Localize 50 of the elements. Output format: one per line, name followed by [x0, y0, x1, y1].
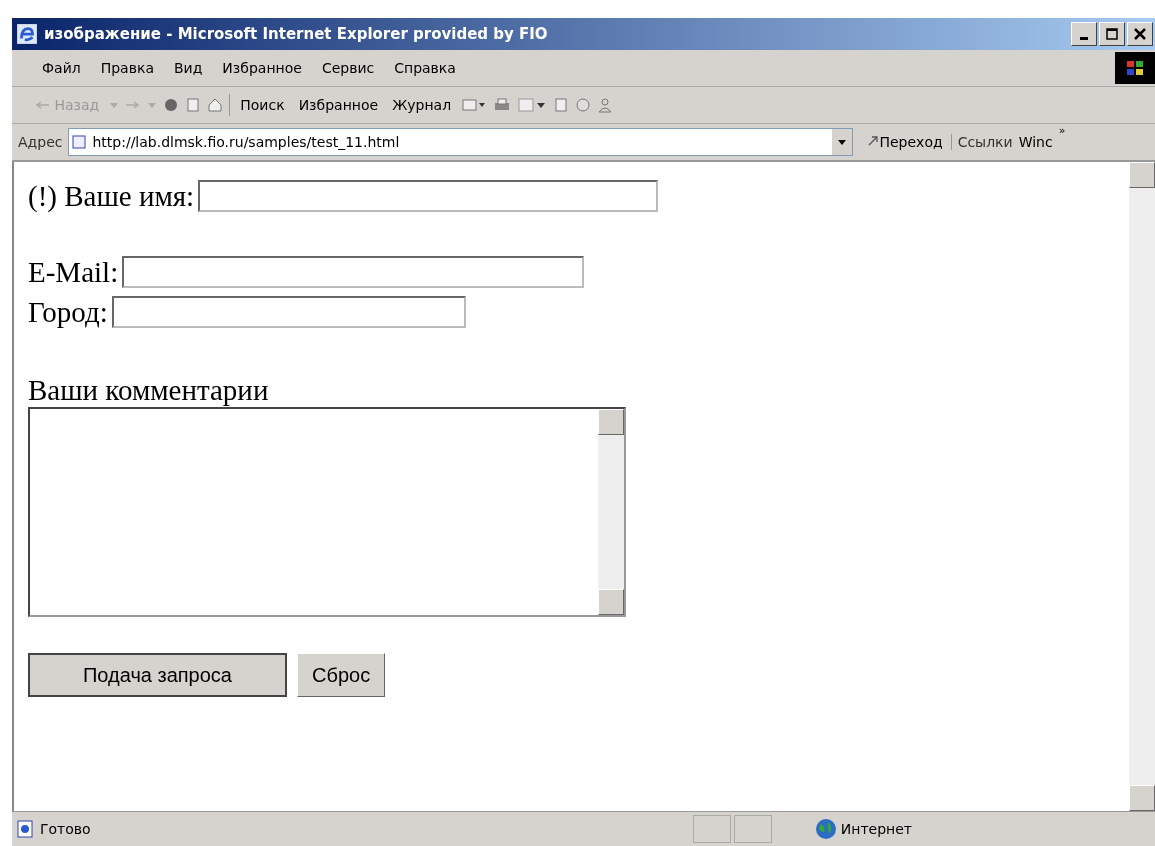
minimize-icon [1080, 36, 1088, 40]
links-label: Ссылки [957, 134, 1013, 150]
maximize-button[interactable] [1099, 22, 1125, 46]
windows-logo-icon [1115, 52, 1155, 84]
reset-button[interactable]: Сброс [297, 653, 386, 697]
toolbar-button[interactable]: Поиск [236, 97, 289, 113]
security-zone: Интернет [840, 821, 912, 837]
status-pane [734, 815, 772, 843]
browser-logo-icon [16, 23, 38, 45]
comments-text-area[interactable] [28, 407, 626, 617]
page-icon [16, 820, 34, 838]
go-arrow-icon [867, 135, 880, 147]
go-button[interactable]: Переход [859, 134, 952, 150]
toolbar-button[interactable]: Журнал [388, 97, 456, 113]
maximize-icon [1105, 27, 1119, 41]
menu-item[interactable]: Избранное [214, 60, 310, 76]
status-pane [693, 815, 732, 843]
menu-item[interactable]: Файл [34, 60, 89, 76]
field-label: (!) Ваше имя: [28, 179, 195, 213]
minimize-button[interactable] [1071, 22, 1097, 46]
field-label: Город: [28, 295, 108, 329]
input-field[interactable] [198, 180, 659, 212]
person-icon[interactable] [597, 97, 614, 113]
menu-item[interactable]: Сервис [313, 60, 383, 76]
stop-icon[interactable] [163, 97, 180, 113]
address-label: Адрес [18, 134, 63, 150]
link-item[interactable]: Winc [1018, 134, 1053, 150]
close-icon [1133, 27, 1147, 41]
document-icon[interactable] [553, 97, 570, 113]
status-text: Готово [40, 821, 91, 837]
home-icon[interactable] [207, 97, 224, 113]
scroll-bar[interactable] [1129, 162, 1155, 811]
input-field[interactable] [122, 256, 585, 288]
page-icon [72, 135, 87, 149]
menu-item[interactable]: Вид [165, 60, 211, 76]
toolbar-button[interactable]: Избранное [294, 97, 383, 113]
field-label: E-Mail: [28, 255, 119, 289]
more-links-button[interactable]: » [1058, 124, 1066, 137]
menu-item[interactable]: Правка [92, 60, 162, 76]
back-arrow-icon [36, 100, 50, 110]
submit-button[interactable]: Подача запроса [28, 653, 287, 697]
input-field[interactable] [111, 296, 466, 328]
address-field[interactable]: http://lab.dlmsk.fio.ru/samples/test_11.html [68, 128, 854, 156]
window-title: изображение - Microsoft Internet Explorer provided by FIO [44, 25, 548, 43]
url-input[interactable]: http://lab.dlmsk.fio.ru/samples/test_11.html [90, 133, 829, 151]
comments-label: Ваши комментарии [28, 374, 270, 407]
scroll-bar[interactable] [598, 409, 624, 615]
print-icon[interactable] [493, 97, 512, 113]
menu-item[interactable]: Справка [386, 60, 464, 76]
close-button[interactable] [1127, 22, 1153, 46]
